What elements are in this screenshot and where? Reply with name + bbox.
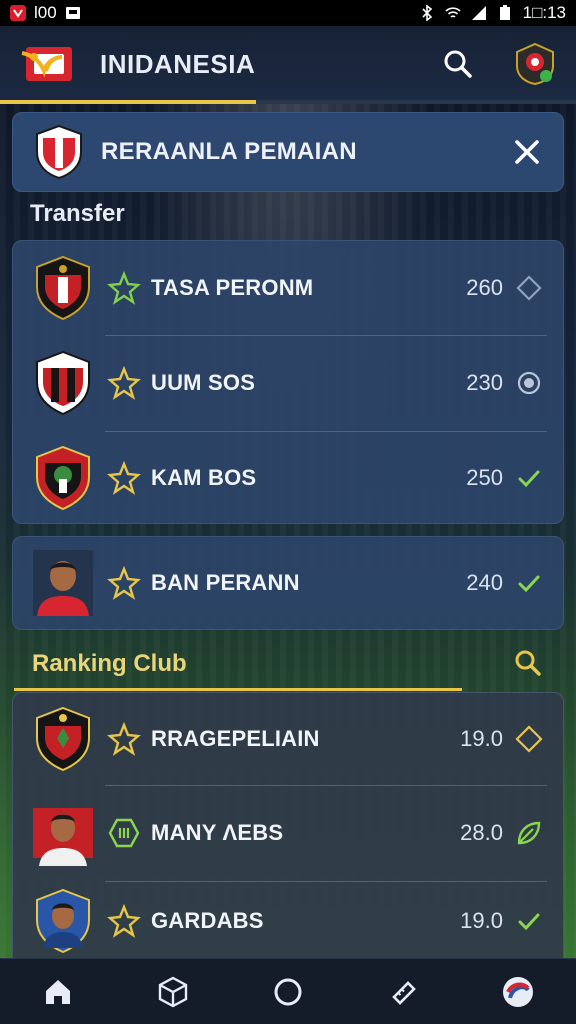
player-value: 240 — [466, 570, 503, 595]
search-icon — [515, 650, 541, 676]
circle-icon — [274, 978, 302, 1005]
list-item[interactable]: GARDABS 19.0 — [13, 881, 563, 961]
transfer-star-icon — [107, 366, 141, 400]
app-bar: INIDANESIA — [0, 26, 576, 102]
status-time: 1□:13 — [522, 3, 566, 22]
club-crest-icon — [36, 255, 90, 321]
check-icon — [518, 913, 540, 931]
player-value: 250 — [466, 465, 503, 490]
player-card[interactable]: BAN PERANN 240 — [12, 536, 564, 630]
club-crest-icon — [36, 445, 90, 511]
player-name: UUM SOS — [151, 370, 256, 395]
player-value: 260 — [466, 275, 503, 300]
club-value: 19.0 — [460, 908, 503, 933]
player-avatar-icon — [33, 808, 93, 866]
ranking-star-icon — [107, 722, 141, 756]
player-name: BAN PERANN — [151, 570, 300, 595]
transfer-label: Transfer — [30, 200, 125, 227]
club-name: GARDABS — [151, 908, 264, 933]
list-item[interactable]: MANY ΛEBS 28.0 — [13, 785, 563, 881]
transfer-list: TASA PERONM 260 UUM SOS 230 KAM BOS 250 — [12, 240, 564, 524]
modal-header: RERAANLA PEMAIAN — [12, 112, 564, 192]
box-icon — [158, 976, 187, 1007]
status-check[interactable] — [515, 464, 543, 492]
club-crest-icon — [36, 124, 82, 180]
ranking-star-icon — [107, 904, 141, 938]
status-bar: Ɩ00 1□:13 — [0, 0, 576, 26]
search-button[interactable] — [440, 46, 476, 82]
bluetooth-icon — [422, 5, 432, 21]
ranking-badge-icon — [108, 818, 140, 848]
ranking-search-button[interactable] — [514, 649, 544, 679]
close-icon — [515, 140, 539, 164]
tab-indicator — [0, 100, 576, 104]
status-leaf[interactable] — [515, 819, 543, 847]
status-check[interactable] — [515, 907, 543, 935]
leaf-icon — [517, 821, 541, 845]
check-icon — [518, 575, 540, 593]
app-notification-icon — [10, 5, 26, 21]
ranking-list: RRAGEPELIAIN 19.0 MANY ΛEBS 28.0 GARDABS… — [12, 692, 564, 960]
status-radio[interactable] — [515, 369, 543, 397]
player-name: TASA PERONM — [151, 275, 314, 300]
profile-badge-icon — [503, 976, 534, 1007]
check-icon — [518, 470, 540, 488]
club-value: 28.0 — [460, 820, 503, 845]
list-item[interactable]: UUM SOS 230 — [13, 335, 563, 431]
nav-ticket[interactable] — [383, 972, 423, 1012]
search-icon — [444, 50, 472, 78]
signal-icon — [471, 6, 486, 20]
profile-avatar[interactable] — [514, 42, 556, 86]
radio-target-icon — [517, 371, 541, 395]
ranking-header: Ranking Club — [0, 638, 576, 690]
nav-home[interactable] — [38, 972, 78, 1012]
gallery-icon — [65, 7, 80, 19]
status-diamond[interactable] — [515, 274, 543, 302]
garuda-logo-icon — [21, 47, 72, 81]
diamond-outline-icon — [515, 725, 543, 753]
club-value: 19.0 — [460, 726, 503, 751]
status-diamond[interactable] — [515, 725, 543, 753]
app-title: INIDANESIA — [100, 48, 256, 79]
club-crest-icon — [36, 350, 90, 416]
transfer-star-icon — [107, 461, 141, 495]
status-check[interactable] — [515, 569, 543, 597]
club-emblem-icon — [516, 42, 554, 86]
ranking-title: Ranking Club — [32, 650, 187, 677]
battery-icon — [499, 5, 510, 20]
player-avatar-icon — [33, 550, 93, 616]
ranking-underline — [14, 688, 462, 691]
player-avatar-icon — [36, 888, 90, 954]
list-item[interactable]: KAM BOS 250 — [13, 431, 563, 525]
club-name: RRAGEPELIAIN — [151, 726, 320, 751]
club-crest-icon — [36, 706, 90, 772]
home-icon — [45, 979, 70, 1004]
nav-box[interactable] — [153, 972, 193, 1012]
list-item[interactable]: BAN PERANN 240 — [13, 537, 563, 629]
nav-profile[interactable] — [498, 972, 538, 1012]
list-item[interactable]: TASA PERONM 260 — [13, 241, 563, 335]
nav-circle[interactable] — [268, 972, 308, 1012]
transfer-star-icon — [107, 566, 141, 600]
status-left-text: Ɩ00 — [34, 3, 57, 22]
wifi-icon — [445, 7, 461, 18]
ticket-icon — [392, 980, 416, 1005]
bottom-navigation — [0, 958, 576, 1024]
close-button[interactable] — [511, 136, 543, 168]
diamond-outline-icon — [516, 275, 542, 301]
player-value: 230 — [466, 370, 503, 395]
player-name: KAM BOS — [151, 465, 257, 490]
transfer-star-icon — [107, 271, 141, 305]
list-item[interactable]: RRAGEPELIAIN 19.0 — [13, 693, 563, 785]
club-name: MANY ΛEBS — [151, 820, 284, 845]
modal-title: RERAANLA PEMAIAN — [101, 138, 357, 165]
